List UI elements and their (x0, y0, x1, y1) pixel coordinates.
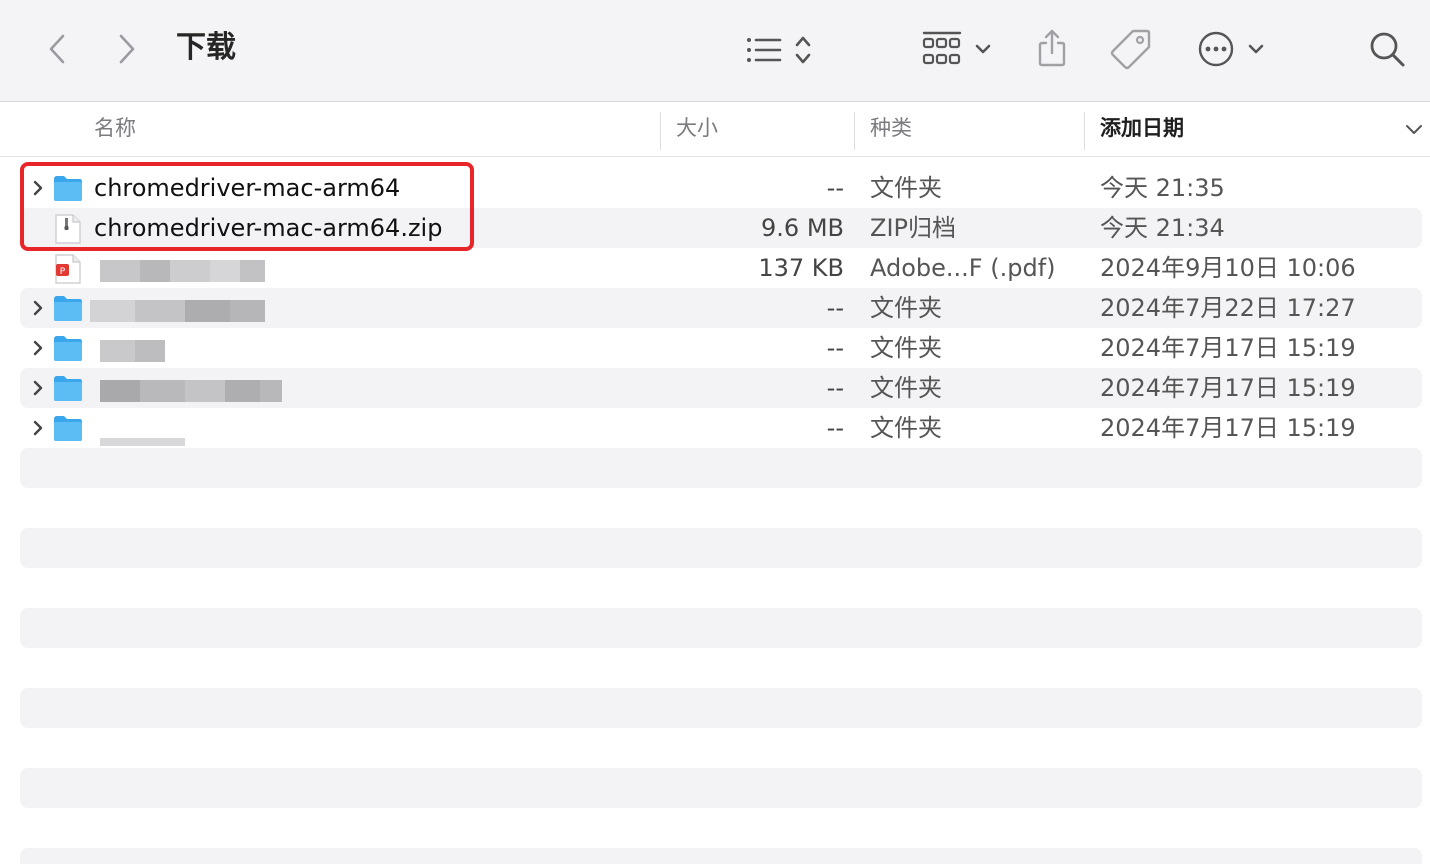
file-kind: 文件夹 (870, 414, 942, 442)
group-button[interactable] (918, 28, 998, 70)
folder-icon (54, 416, 82, 441)
annotation-highlight-box (20, 162, 474, 251)
file-size: -- (826, 334, 844, 362)
ellipsis-circle-icon (1198, 31, 1264, 67)
file-date: 今天 21:34 (1100, 214, 1225, 242)
file-size: -- (826, 414, 844, 442)
sort-descending-icon[interactable] (1404, 123, 1424, 137)
back-button[interactable] (40, 30, 74, 68)
column-header: 名称 大小 种类 添加日期 (0, 103, 1430, 157)
empty-row (20, 608, 1422, 648)
grid-group-icon (922, 31, 991, 65)
file-kind: ZIP归档 (870, 214, 956, 242)
file-size: 9.6 MB (761, 214, 844, 242)
search-button[interactable] (1366, 28, 1408, 70)
file-row[interactable]: P 137 KB Adobe...F (.pdf) 2024年9月10日 10:… (20, 248, 1422, 288)
disclosure-chevron-icon[interactable] (28, 378, 48, 398)
file-date: 2024年7月22日 17:27 (1100, 294, 1356, 322)
more-actions-button[interactable] (1194, 28, 1270, 70)
folder-icon (54, 376, 82, 401)
column-size[interactable]: 大小 (676, 103, 718, 157)
empty-row (20, 528, 1422, 568)
file-date: 今天 21:35 (1100, 174, 1225, 202)
file-size: 137 KB (758, 254, 844, 282)
file-date: 2024年9月10日 10:06 (1100, 254, 1356, 282)
svg-text:P: P (60, 267, 66, 277)
file-kind: 文件夹 (870, 334, 942, 362)
file-date: 2024年7月17日 15:19 (1100, 374, 1356, 402)
disclosure-chevron-icon[interactable] (28, 418, 48, 438)
file-size: -- (826, 374, 844, 402)
file-kind: 文件夹 (870, 374, 942, 402)
empty-row (20, 688, 1422, 728)
redacted-file-name (90, 332, 285, 366)
file-kind: 文件夹 (870, 294, 942, 322)
redacted-file-name (90, 372, 285, 406)
share-icon (1038, 29, 1066, 67)
file-kind: Adobe...F (.pdf) (870, 254, 1056, 282)
file-date: 2024年7月17日 15:19 (1100, 334, 1356, 362)
disclosure-chevron-icon[interactable] (28, 338, 48, 358)
disclosure-chevron-icon[interactable] (28, 298, 48, 318)
file-kind: 文件夹 (870, 174, 942, 202)
file-size: -- (826, 294, 844, 322)
column-divider[interactable] (854, 112, 855, 150)
share-button[interactable] (1032, 26, 1072, 70)
empty-row (20, 848, 1422, 864)
file-date: 2024年7月17日 15:19 (1100, 414, 1356, 442)
column-kind[interactable]: 种类 (870, 103, 912, 157)
empty-row (20, 768, 1422, 808)
redacted-file-name (90, 252, 285, 286)
list-view-icon (747, 36, 811, 64)
redacted-file-name (90, 292, 285, 326)
tag-button[interactable] (1108, 26, 1154, 72)
empty-row (20, 448, 1422, 488)
forward-button[interactable] (110, 30, 144, 68)
pdf-file-icon: P (55, 254, 81, 284)
column-name[interactable]: 名称 (94, 103, 136, 157)
file-row[interactable]: -- 文件夹 2024年7月17日 15:19 (20, 328, 1422, 368)
file-row[interactable]: -- 文件夹 2024年7月17日 15:19 (20, 408, 1422, 448)
file-size: -- (826, 174, 844, 202)
column-divider[interactable] (660, 112, 661, 150)
view-options-button[interactable] (740, 30, 820, 70)
column-date-added[interactable]: 添加日期 (1100, 103, 1184, 157)
file-row[interactable]: -- 文件夹 2024年7月17日 15:19 (20, 368, 1422, 408)
chevron-right-icon (119, 34, 135, 64)
column-divider[interactable] (1084, 112, 1085, 150)
redacted-file-name (90, 412, 285, 446)
chevron-left-icon (49, 34, 65, 64)
tag-icon (1110, 29, 1151, 70)
toolbar: 下载 (0, 0, 1430, 102)
search-icon (1370, 32, 1405, 67)
folder-icon (54, 296, 82, 321)
folder-icon (54, 336, 82, 361)
window-title: 下载 (176, 30, 236, 65)
file-row[interactable]: -- 文件夹 2024年7月22日 17:27 (20, 288, 1422, 328)
